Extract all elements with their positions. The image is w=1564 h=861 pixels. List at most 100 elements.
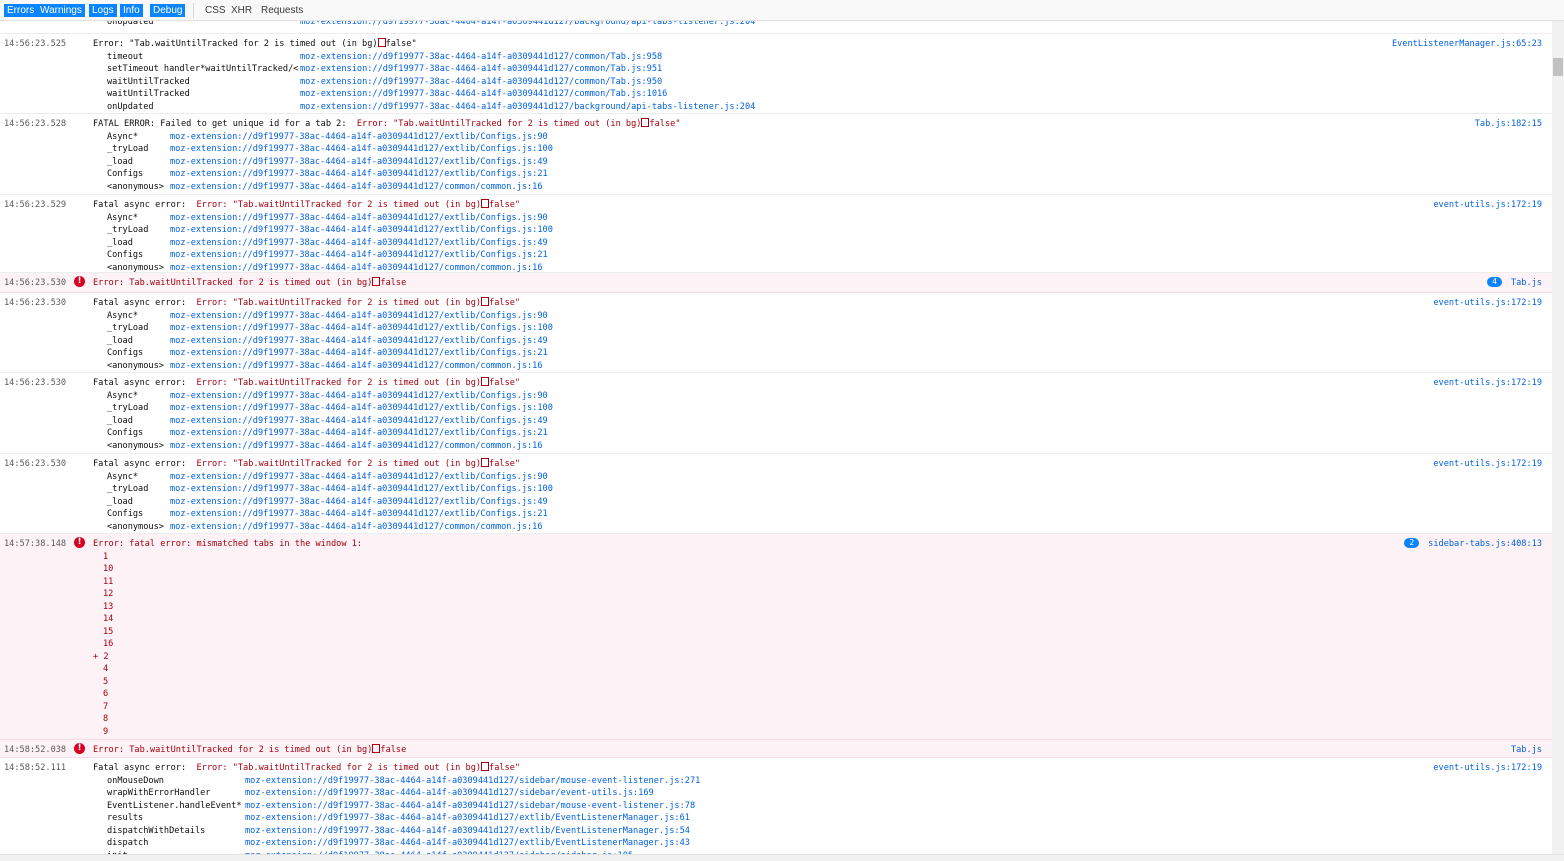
mismatched-tab-id: 14 — [103, 614, 114, 624]
error-message-tail: false" — [385, 39, 417, 49]
stack-frame-function: _tryLoad — [107, 403, 149, 413]
console-message: 14:56:23.530 Fatal async error: Error: "T… — [0, 293, 1552, 373]
mismatched-tab-id: 6 — [103, 689, 109, 699]
message-text: Fatal async error: Error: "Tab.waitUntil… — [93, 458, 520, 471]
stack-frame-link[interactable]: moz-extension://d9f19977-38ac-4464-a14f-… — [300, 63, 662, 76]
stack-frame-link[interactable]: moz-extension://d9f19977-38ac-4464-a14f-… — [170, 427, 548, 440]
error-message-tail: false — [380, 745, 407, 755]
stack-frame-link[interactable]: moz-extension://d9f19977-38ac-4464-a14f-… — [170, 168, 548, 181]
stack-frame-link[interactable]: moz-extension://d9f19977-38ac-4464-a14f-… — [245, 825, 690, 838]
stack-frame-function: _tryLoad — [107, 484, 149, 494]
filter-logs-button[interactable]: Logs — [89, 4, 117, 17]
filter-warnings-button[interactable]: Warnings — [37, 4, 85, 17]
stack-frame-link[interactable]: moz-extension://d9f19977-38ac-4464-a14f-… — [170, 131, 548, 144]
stack-frame-link[interactable]: moz-extension://d9f19977-38ac-4464-a14f-… — [170, 310, 548, 323]
stack-frame-link[interactable]: moz-extension://d9f19977-38ac-4464-a14f-… — [170, 181, 543, 194]
mismatched-tab-id: 15 — [103, 626, 114, 637]
stack-frame-function: Configs — [107, 348, 144, 358]
stack-frame-function: Async* — [107, 390, 139, 401]
message-source-link[interactable]: event-utils.js:172:19 — [1433, 762, 1542, 775]
stack-frame-function: Async* — [107, 471, 139, 482]
error-icon: ! — [74, 743, 85, 754]
source-location: event-utils.js:172:19 — [1433, 298, 1542, 308]
stack-frame-link[interactable]: moz-extension://d9f19977-38ac-4464-a14f-… — [170, 402, 553, 415]
stack-frame-link[interactable]: moz-extension://d9f19977-38ac-4464-a14f-… — [300, 76, 662, 89]
message-source-link[interactable]: Tab.js — [1511, 744, 1542, 757]
filter-xhr-button[interactable]: XHR — [228, 4, 255, 17]
stack-frame-link[interactable]: moz-extension://d9f19977-38ac-4464-a14f-… — [300, 88, 667, 101]
stack-frame-link[interactable]: moz-extension://d9f19977-38ac-4464-a14f-… — [170, 347, 548, 360]
vertical-scrollbar[interactable] — [1552, 21, 1564, 854]
stack-frame-function: _load — [107, 415, 133, 426]
unprintable-char-icon — [481, 762, 490, 771]
message-text: Fatal async error: Error: "Tab.waitUntil… — [93, 297, 520, 310]
message-source-link[interactable]: Tab.js:182:15 — [1475, 118, 1542, 131]
error-message-tail: false" — [649, 119, 681, 129]
stack-frame-link[interactable]: moz-extension://d9f19977-38ac-4464-a14f-… — [170, 521, 543, 534]
stack-frame-link[interactable]: moz-extension://d9f19977-38ac-4464-a14f-… — [170, 483, 553, 496]
message-prefix: Fatal async error: — [93, 459, 197, 469]
error-message: Error: fatal error: mismatched tabs in t… — [93, 539, 363, 549]
stack-frame-function: Configs — [107, 250, 144, 260]
horizontal-scrollbar[interactable] — [0, 854, 1564, 861]
message-source-link[interactable]: 2 sidebar-tabs.js:408:13 — [1404, 538, 1542, 551]
stack-frame-link[interactable]: moz-extension://d9f19977-38ac-4464-a14f-… — [170, 496, 548, 509]
message-source-link[interactable]: event-utils.js:172:19 — [1433, 199, 1542, 212]
stack-frame-link[interactable]: moz-extension://d9f19977-38ac-4464-a14f-… — [170, 212, 548, 225]
console-output: onUpdated moz-extension://d9f19977-38ac-4… — [0, 21, 1552, 854]
source-location: event-utils.js:172:19 — [1433, 763, 1542, 773]
message-source-link[interactable]: 4 Tab.js — [1487, 277, 1542, 290]
stack-frame-link[interactable]: moz-extension://d9f19977-38ac-4464-a14f-… — [170, 249, 548, 262]
stack-frame-link[interactable]: moz-extension://d9f19977-38ac-4464-a14f-… — [300, 51, 662, 64]
message-timestamp: 14:56:23.529 — [4, 200, 67, 210]
stack-frame-link[interactable]: moz-extension://d9f19977-38ac-4464-a14f-… — [300, 101, 755, 114]
stack-frame-link[interactable]: moz-extension://d9f19977-38ac-4464-a14f-… — [170, 360, 543, 373]
error-message-tail: false — [380, 278, 407, 288]
source-location: event-utils.js:172:19 — [1433, 378, 1542, 388]
stack-frame-link[interactable]: moz-extension://d9f19977-38ac-4464-a14f-… — [170, 322, 553, 335]
message-source-link[interactable]: event-utils.js:172:19 — [1433, 297, 1542, 310]
filter-css-button[interactable]: CSS — [202, 4, 229, 17]
stack-frame-link[interactable]: moz-extension://d9f19977-38ac-4464-a14f-… — [170, 440, 543, 453]
stack-frame-link[interactable]: moz-extension://d9f19977-38ac-4464-a14f-… — [245, 787, 654, 800]
filter-info-button[interactable]: Info — [120, 4, 143, 17]
stack-frame-link[interactable]: moz-extension://d9f19977-38ac-4464-a14f-… — [170, 508, 548, 521]
stack-frame-link[interactable]: moz-extension://d9f19977-38ac-4464-a14f-… — [170, 143, 553, 156]
repeat-count-badge: 4 — [1487, 277, 1502, 287]
stack-frame-link[interactable]: moz-extension://d9f19977-38ac-4464-a14f-… — [245, 775, 700, 788]
stack-frame-function: Async* — [107, 212, 139, 223]
stack-frame-function: dispatch — [107, 838, 149, 848]
toolbar-separator — [193, 3, 194, 18]
stack-frame-link[interactable]: moz-extension://d9f19977-38ac-4464-a14f-… — [245, 800, 695, 813]
filter-debug-button[interactable]: Debug — [150, 4, 186, 17]
message-source-link[interactable]: event-utils.js:172:19 — [1433, 458, 1542, 471]
filter-errors-button[interactable]: Errors — [4, 4, 38, 17]
error-message: Error: "Tab.waitUntilTracked for 2 is ti… — [196, 763, 482, 773]
message-timestamp: 14:58:52.038 — [4, 745, 67, 755]
stack-frame-function: Async* — [107, 131, 139, 142]
stack-frame-link[interactable]: moz-extension://d9f19977-38ac-4464-a14f-… — [170, 390, 548, 403]
message-timestamp: 14:56:23.530 — [4, 459, 67, 469]
stack-frame-link[interactable]: moz-extension://d9f19977-38ac-4464-a14f-… — [170, 471, 548, 484]
mismatched-tab-id: 13 — [103, 601, 114, 612]
message-source-link[interactable]: EventListenerManager.js:65:23 — [1392, 38, 1542, 51]
message-text: FATAL ERROR: Failed to get unique id for… — [93, 118, 681, 131]
mismatched-tab-id: 9 — [103, 726, 109, 737]
scrollbar-thumb[interactable] — [1553, 58, 1563, 76]
stack-frame-link[interactable]: moz-extension://d9f19977-38ac-4464-a14f-… — [245, 812, 690, 825]
stack-frame-link[interactable]: moz-extension://d9f19977-38ac-4464-a14f-… — [170, 335, 548, 348]
message-text: Fatal async error: Error: "Tab.waitUntil… — [93, 199, 520, 212]
stack-frame-link[interactable]: moz-extension://d9f19977-38ac-4464-a14f-… — [170, 224, 553, 237]
error-message: Error: Tab.waitUntilTracked for 2 is tim… — [93, 278, 373, 288]
error-message: Error: "Tab.waitUntilTracked for 2 is ti… — [196, 200, 482, 210]
stack-frame-link[interactable]: moz-extension://d9f19977-38ac-4464-a14f-… — [245, 837, 690, 850]
stack-frame-link[interactable]: moz-extension://d9f19977-38ac-4464-a14f-… — [170, 237, 548, 250]
source-location: EventListenerManager.js:65:23 — [1391, 39, 1542, 49]
stack-frame-link[interactable]: moz-extension://d9f19977-38ac-4464-a14f-… — [170, 156, 548, 169]
source-location: Tab.js — [1510, 745, 1542, 755]
stack-frame-function: <anonymous> — [107, 440, 164, 451]
stack-frame-link[interactable]: moz-extension://d9f19977-38ac-4464-a14f-… — [300, 21, 755, 29]
stack-frame-link[interactable]: moz-extension://d9f19977-38ac-4464-a14f-… — [170, 415, 548, 428]
message-source-link[interactable]: event-utils.js:172:19 — [1433, 377, 1542, 390]
filter-requests-button[interactable]: Requests — [258, 4, 306, 17]
